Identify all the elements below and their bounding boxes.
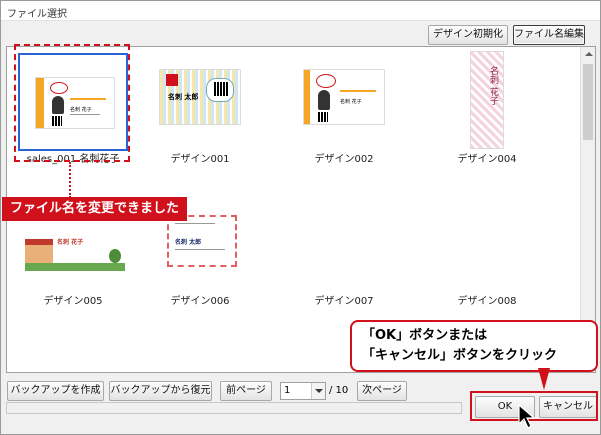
person-photo-icon — [318, 90, 330, 110]
thumbnail-label[interactable]: デザイン007 — [279, 292, 409, 307]
thumbnail-label: デザイン005 — [43, 296, 103, 307]
thumbnail-design-005[interactable]: 名刺 花子 — [25, 231, 125, 271]
thumbnail-label: デザイン004 — [457, 154, 517, 165]
thumbnail-label: デザイン006 — [170, 296, 230, 307]
backup-create-button[interactable]: バックアップを作成 — [7, 381, 104, 401]
next-page-button[interactable]: 次ページ — [357, 381, 407, 401]
card-name-text: 名刺 太郎 — [168, 93, 199, 101]
thumbnail-design-002[interactable]: 名刺 花子 — [303, 69, 385, 125]
thumbnail-label[interactable]: デザイン008 — [422, 292, 552, 307]
card-line — [175, 249, 225, 250]
callout-connector — [69, 162, 71, 198]
scroll-thumb[interactable] — [583, 64, 593, 140]
chevron-down-icon[interactable] — [311, 383, 325, 399]
page-total: / 10 — [329, 385, 349, 396]
card-accent-bar — [304, 70, 310, 124]
grass-strip — [25, 263, 125, 271]
instruction-callout: 「OK」ボタンまたは 「キャンセル」ボタンをクリック — [350, 320, 598, 372]
callout-pointer — [538, 368, 550, 390]
status-bar — [6, 402, 462, 414]
card-preview: 名刺 花子 — [25, 231, 125, 271]
window-title: ファイル選択 — [7, 9, 67, 20]
file-rename-button[interactable]: ファイル名編集 — [513, 25, 585, 45]
card-preview: 名刺 太郎 — [159, 69, 241, 125]
logo-icon — [166, 74, 178, 86]
page-select-value: 1 — [284, 385, 291, 396]
renamed-callout: ファイル名を変更できました — [2, 197, 188, 221]
thumbnail-design-006[interactable]: 名刺 太郎 — [167, 215, 237, 267]
selection-callout-frame — [14, 44, 130, 162]
design-reset-button[interactable]: デザイン初期化 — [428, 25, 508, 45]
card-preview: 名刺 花子 — [470, 51, 504, 149]
thumbnail-label: デザイン001 — [170, 154, 230, 165]
instruction-line-2: 「キャンセル」ボタンをクリック — [362, 348, 558, 363]
card-preview: 名刺 太郎 — [167, 215, 237, 267]
card-preview: 名刺 花子 — [303, 69, 385, 125]
thumbnail-design-001[interactable]: 名刺 太郎 — [159, 69, 241, 125]
thumbnail-design-004[interactable]: 名刺 花子 — [470, 51, 504, 149]
prev-page-button[interactable]: 前ページ — [220, 381, 272, 401]
speech-bubble-icon — [316, 74, 336, 88]
thumbnail-label: デザイン002 — [314, 154, 374, 165]
chevron-up-icon — [585, 52, 593, 56]
qr-code-icon — [318, 112, 328, 122]
title-bar: ファイル選択 — [1, 1, 600, 21]
card-name-text: 名刺 花子 — [57, 239, 84, 246]
instruction-line-1: 「OK」ボタンまたは — [362, 328, 488, 343]
card-line — [175, 223, 215, 224]
card-line — [340, 90, 376, 92]
scroll-up-button[interactable] — [581, 47, 595, 62]
house-icon — [25, 239, 53, 263]
tree-icon — [109, 249, 121, 263]
qr-code-icon — [214, 82, 228, 96]
page-select[interactable]: 1 — [280, 382, 326, 400]
card-name-text: 名刺 花子 — [488, 66, 498, 105]
backup-restore-button[interactable]: バックアップから復元 — [109, 381, 212, 401]
mouse-pointer-icon — [518, 404, 536, 429]
card-name-text: 名刺 花子 — [340, 99, 362, 105]
card-name-text: 名刺 太郎 — [175, 239, 202, 246]
